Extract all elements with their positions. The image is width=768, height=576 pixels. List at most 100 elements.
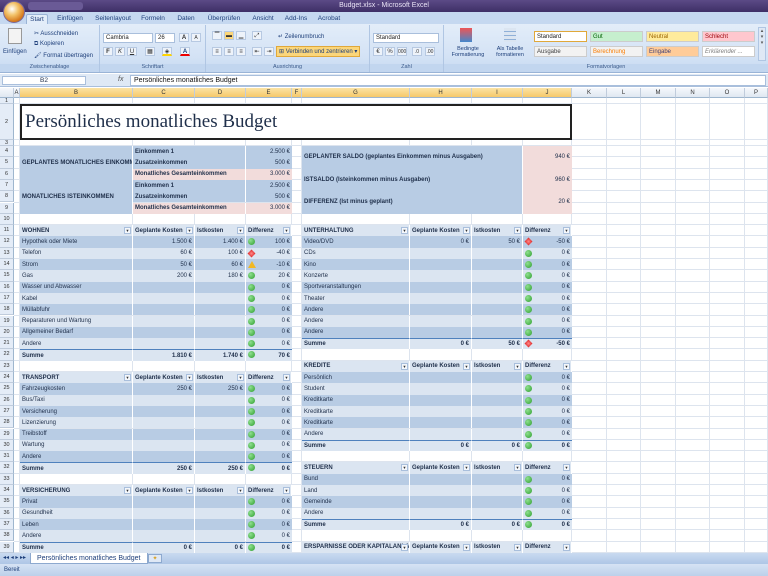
cell-style-1[interactable]: Gut — [590, 31, 643, 42]
tab-seitenlayout[interactable]: Seitenlayout — [92, 14, 134, 24]
align-center-button[interactable]: ≡ — [224, 47, 234, 56]
cell-style-0[interactable]: Standard — [534, 31, 587, 42]
filter-dropdown-button[interactable]: ▼ — [514, 543, 521, 551]
row-header[interactable]: 34 — [0, 485, 14, 497]
filter-dropdown-button[interactable]: ▼ — [463, 227, 470, 235]
copy-button[interactable]: ⧉ Kopieren — [34, 41, 64, 48]
borders-button[interactable]: ▦ — [145, 47, 155, 56]
tab-formeln[interactable]: Formeln — [138, 14, 168, 24]
row-header[interactable]: 7 — [0, 179, 14, 192]
currency-button[interactable]: € — [373, 47, 383, 56]
row-header[interactable]: 38 — [0, 530, 14, 542]
number-format-select[interactable]: Standard — [373, 33, 439, 43]
decrease-indent-button[interactable]: ⇤ — [252, 47, 262, 56]
align-middle-button[interactable]: ▬ — [224, 31, 234, 40]
thousands-button[interactable]: 000 — [397, 47, 407, 56]
filter-dropdown-button[interactable]: ▼ — [514, 227, 521, 235]
row-header[interactable]: 36 — [0, 507, 14, 519]
row-header[interactable]: 26 — [0, 394, 14, 406]
row-header[interactable]: 6 — [0, 168, 14, 180]
row-header[interactable]: 5 — [0, 157, 14, 169]
select-all-corner[interactable] — [0, 88, 14, 98]
filter-dropdown-button[interactable]: ▼ — [463, 543, 470, 551]
row-header[interactable]: 11 — [0, 225, 14, 237]
tab-überprüfen[interactable]: Überprüfen — [204, 14, 244, 24]
increase-decimal-button[interactable]: .0 — [412, 47, 422, 56]
bold-button[interactable]: F — [103, 47, 113, 56]
row-header[interactable]: 16 — [0, 281, 14, 293]
row-header[interactable]: 28 — [0, 417, 14, 429]
filter-dropdown-button[interactable]: ▼ — [186, 374, 193, 381]
filter-dropdown-button[interactable]: ▼ — [463, 464, 470, 472]
row-header[interactable]: 29 — [0, 428, 14, 440]
column-header-P[interactable]: P — [745, 88, 768, 98]
column-header-I[interactable]: I — [472, 88, 523, 98]
font-color-button[interactable]: A — [180, 47, 190, 56]
orientation-button[interactable]: ⤢ — [252, 31, 262, 40]
row-header[interactable]: 13 — [0, 247, 14, 259]
formula-input[interactable]: Persönliches monatliches Budget — [130, 75, 766, 86]
wrap-text-button[interactable]: ↵ Zeilenumbruch — [278, 33, 324, 40]
column-header-G[interactable]: G — [302, 88, 410, 98]
italic-button[interactable]: K — [115, 47, 125, 56]
row-header[interactable]: 35 — [0, 496, 14, 508]
column-header-O[interactable]: O — [710, 88, 745, 98]
filter-dropdown-button[interactable]: ▼ — [401, 362, 408, 370]
row-header[interactable]: 27 — [0, 405, 14, 418]
grow-font-button[interactable]: A — [179, 33, 189, 42]
filter-dropdown-button[interactable]: ▼ — [186, 487, 193, 494]
tab-einfügen[interactable]: Einfügen — [52, 14, 88, 24]
column-header-J[interactable]: J — [523, 88, 572, 98]
row-header[interactable]: 23 — [0, 360, 14, 372]
tab-acrobat[interactable]: Acrobat — [314, 14, 344, 24]
row-header[interactable]: 31 — [0, 451, 14, 463]
filter-dropdown-button[interactable]: ▼ — [563, 362, 570, 370]
filter-dropdown-button[interactable]: ▼ — [563, 464, 570, 472]
row-header[interactable]: 21 — [0, 338, 14, 350]
format-as-table-button[interactable]: Als Tabelle formatieren — [490, 46, 530, 58]
column-header-M[interactable]: M — [641, 88, 676, 98]
align-top-button[interactable]: ▔ — [212, 31, 222, 40]
filter-dropdown-button[interactable]: ▼ — [237, 227, 244, 235]
row-header[interactable]: 4 — [0, 146, 14, 158]
align-left-button[interactable]: ≡ — [212, 47, 222, 56]
filter-dropdown-button[interactable]: ▼ — [563, 543, 570, 551]
column-header-L[interactable]: L — [607, 88, 641, 98]
filter-dropdown-button[interactable]: ▼ — [124, 227, 131, 235]
row-header[interactable]: 19 — [0, 315, 14, 327]
filter-dropdown-button[interactable]: ▼ — [124, 374, 131, 381]
format-painter-button[interactable]: 🖌 Format übertragen — [34, 52, 93, 59]
cell-style-3[interactable]: Schlecht — [702, 31, 755, 42]
insert-sheet-button[interactable]: ✦ — [148, 554, 162, 563]
font-size-select[interactable]: 26 — [155, 33, 175, 43]
row-header[interactable]: 12 — [0, 236, 14, 248]
filter-dropdown-button[interactable]: ▼ — [186, 227, 193, 235]
row-header[interactable]: 17 — [0, 292, 14, 305]
row-header[interactable]: 2 — [0, 104, 14, 140]
merge-center-button[interactable]: ⊞ Verbinden und zentrieren ▾ — [276, 46, 361, 57]
name-box[interactable]: B2 — [2, 76, 86, 85]
row-header[interactable]: 18 — [0, 304, 14, 316]
quick-access-toolbar[interactable] — [28, 2, 83, 10]
cut-button[interactable]: ✂ Ausschneiden — [34, 30, 78, 37]
font-name-select[interactable]: Cambria — [103, 33, 153, 43]
cell-style-6[interactable]: Eingabe — [646, 46, 699, 57]
align-bottom-button[interactable]: ▁ — [236, 31, 246, 40]
row-header[interactable]: 15 — [0, 270, 14, 282]
column-header-C[interactable]: C — [133, 88, 195, 98]
filter-dropdown-button[interactable]: ▼ — [124, 487, 131, 494]
column-header-N[interactable]: N — [676, 88, 710, 98]
row-header[interactable]: 25 — [0, 383, 14, 395]
tab-ansicht[interactable]: Ansicht — [248, 14, 278, 24]
conditional-formatting-button[interactable]: Bedingte Formatierung — [448, 46, 488, 58]
row-header[interactable]: 14 — [0, 259, 14, 271]
cell-style-4[interactable]: Ausgabe — [534, 46, 587, 57]
align-right-button[interactable]: ≡ — [236, 47, 246, 56]
filter-dropdown-button[interactable]: ▼ — [514, 464, 521, 472]
row-header[interactable]: 24 — [0, 372, 14, 384]
filter-dropdown-button[interactable]: ▼ — [514, 362, 521, 370]
column-header-H[interactable]: H — [410, 88, 472, 98]
increase-indent-button[interactable]: ⇥ — [264, 47, 274, 56]
fill-color-button[interactable]: ◈ — [162, 47, 172, 56]
sheet-tab[interactable]: Persönliches monatliches Budget — [30, 553, 148, 564]
